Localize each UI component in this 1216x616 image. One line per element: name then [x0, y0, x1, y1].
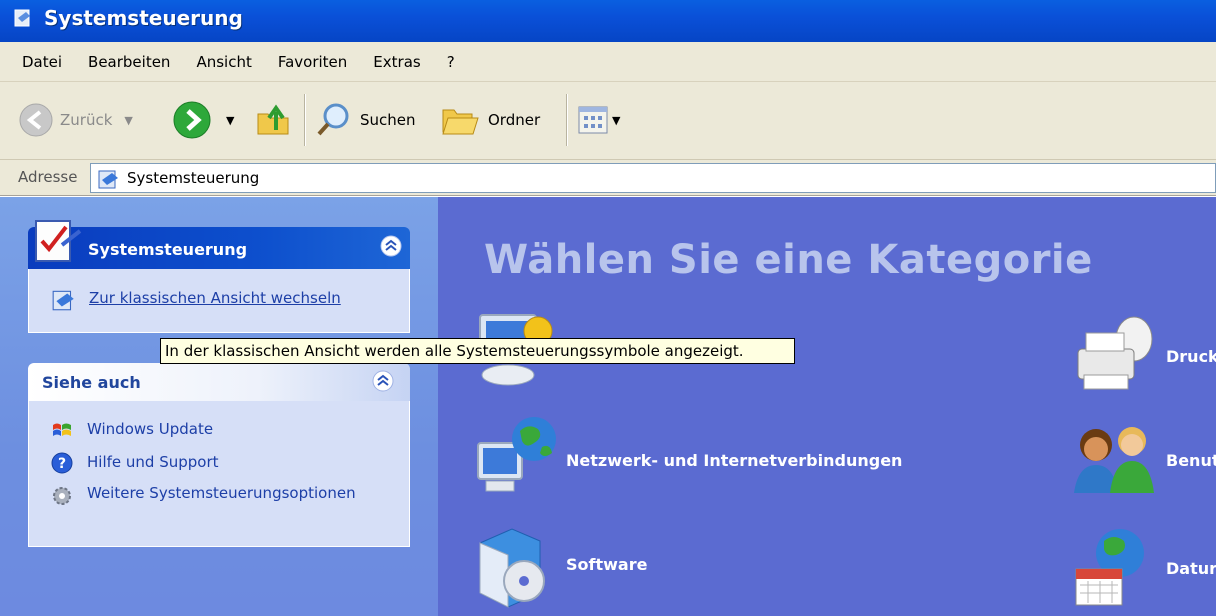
views-dropdown-icon[interactable]: ▼ — [612, 114, 620, 127]
views-button[interactable]: ▼ — [578, 106, 620, 134]
control-panel-section-body: Zur klassischen Ansicht wechseln — [28, 269, 410, 333]
control-panel-icon — [97, 167, 121, 195]
folders-label: Ordner — [488, 111, 541, 129]
window-title: Systemsteuerung — [44, 6, 243, 30]
title-bar[interactable]: Systemsteuerung — [0, 0, 1216, 42]
section-title: Siehe auch — [42, 373, 141, 392]
network-icon — [477, 417, 556, 492]
control-panel-icon — [12, 6, 36, 30]
category-software[interactable]: Software — [472, 523, 772, 613]
help-support-label: Hilfe und Support — [87, 453, 219, 471]
menu-bar: Datei Bearbeiten Ansicht Favoriten Extra… — [0, 42, 1216, 82]
category-date[interactable]: Datur — [1070, 523, 1216, 613]
classic-view-tooltip: In der klassischen Ansicht werden alle S… — [160, 338, 795, 364]
search-label: Suchen — [360, 111, 416, 129]
gear-icon — [53, 487, 71, 505]
page-title: Wählen Sie eine Kategorie — [484, 237, 1093, 283]
more-options-link[interactable]: Weitere Systemsteuerungsoptionen — [51, 483, 381, 507]
forward-button[interactable]: ▼ — [172, 100, 234, 140]
control-panel-icon — [52, 290, 74, 311]
control-panel-section-header[interactable]: Systemsteuerung — [28, 227, 410, 269]
address-bar: Adresse Systemsteuerung — [0, 160, 1216, 196]
help-icon: ? — [51, 452, 73, 474]
help-support-link[interactable]: ? Hilfe und Support — [51, 452, 219, 474]
folder-up-icon — [257, 104, 289, 135]
software-icon — [479, 528, 545, 608]
category-view: Wählen Sie eine Kategorie Netzwerk- und … — [438, 197, 1216, 616]
menu-extras[interactable]: Extras — [373, 53, 420, 71]
section-title: Systemsteuerung — [88, 240, 248, 259]
switch-classic-view-link[interactable]: Zur klassischen Ansicht wechseln — [89, 289, 341, 307]
date-icon — [1075, 529, 1144, 606]
up-folder-button[interactable] — [254, 100, 294, 140]
back-button[interactable]: Zurück ▼ — [18, 102, 133, 138]
back-arrow-icon — [19, 103, 53, 137]
windows-update-icon — [53, 423, 71, 436]
printer-icon — [1077, 316, 1153, 390]
menu-bearbeiten[interactable]: Bearbeiten — [88, 53, 170, 71]
users-icon — [1074, 427, 1154, 493]
category-users[interactable]: Benut — [1070, 419, 1216, 509]
menu-favoriten[interactable]: Favoriten — [278, 53, 347, 71]
svg-text:?: ? — [58, 456, 66, 472]
toolbar: Zurück ▼ ▼ Suchen Ordner ▼ — [0, 82, 1216, 160]
menu-help[interactable]: ? — [447, 53, 455, 71]
forward-dropdown-icon[interactable]: ▼ — [226, 114, 234, 127]
search-button[interactable]: Suchen — [316, 102, 416, 138]
windows-update-link[interactable]: Windows Update — [51, 419, 213, 441]
address-input[interactable]: Systemsteuerung — [90, 163, 1216, 193]
category-network-label: Netzwerk- und Internetverbindungen — [566, 451, 903, 470]
category-date-label: Datur — [1166, 559, 1216, 578]
back-dropdown-icon[interactable]: ▼ — [124, 114, 132, 127]
folders-icon — [442, 109, 479, 135]
task-pane: Systemsteuerung Zur klassischen Ansicht … — [0, 197, 438, 616]
forward-arrow-icon — [173, 101, 211, 139]
category-network[interactable]: Netzwerk- und Internetverbindungen — [472, 413, 972, 503]
menu-ansicht[interactable]: Ansicht — [196, 53, 251, 71]
back-label: Zurück — [60, 111, 113, 129]
search-icon — [317, 103, 349, 136]
more-options-label: Weitere Systemsteuerungsoptionen — [87, 484, 356, 502]
see-also-section-header[interactable]: Siehe auch — [28, 363, 410, 401]
address-label: Adresse — [18, 168, 78, 186]
views-icon — [578, 106, 608, 134]
collapse-icon[interactable] — [380, 235, 402, 257]
category-printers-label: Druck — [1166, 347, 1216, 366]
category-software-label: Software — [566, 555, 648, 574]
control-panel-large-icon — [35, 220, 82, 262]
category-printers[interactable]: Druck — [1070, 313, 1216, 403]
windows-update-label: Windows Update — [87, 420, 214, 438]
folders-button[interactable]: Ordner — [440, 102, 540, 138]
category-users-label: Benut — [1166, 451, 1216, 470]
see-also-section-body: Windows Update ? Hilfe und Support Weite… — [28, 401, 410, 547]
collapse-icon[interactable] — [372, 370, 394, 392]
address-value: Systemsteuerung — [127, 169, 260, 187]
menu-datei[interactable]: Datei — [22, 53, 62, 71]
